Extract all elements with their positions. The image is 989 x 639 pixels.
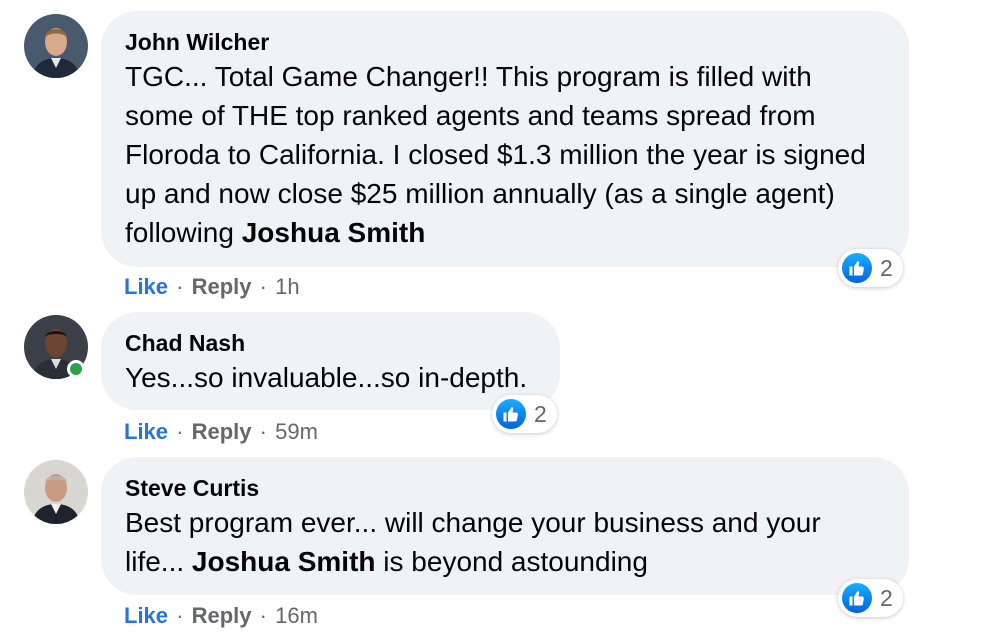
- reply-button[interactable]: Reply: [192, 603, 252, 628]
- comment-text: Yes...so invaluable...so in-depth.: [125, 362, 528, 393]
- timestamp[interactable]: 16m: [275, 603, 318, 628]
- separator: ·: [176, 274, 184, 299]
- like-icon: [842, 253, 872, 283]
- comment-bubble: Steve Curtis Best program ever... will c…: [101, 457, 909, 595]
- comment-text: TGC... Total Game Changer!! This program…: [125, 61, 866, 248]
- reaction-count-badge[interactable]: 2: [838, 249, 903, 287]
- like-icon: [496, 399, 526, 429]
- reaction-count: 2: [880, 584, 893, 611]
- reply-button[interactable]: Reply: [192, 274, 252, 299]
- separator: ·: [176, 419, 184, 444]
- comment-bubble: John Wilcher TGC... Total Game Changer!!…: [101, 11, 909, 267]
- comment-actions: Like · Reply · 1h: [124, 273, 300, 301]
- comment-actions: Like · Reply · 59m: [124, 418, 318, 446]
- comment-author[interactable]: John Wilcher: [125, 27, 885, 57]
- timestamp[interactable]: 1h: [275, 274, 299, 299]
- mention-link[interactable]: Joshua Smith: [242, 217, 426, 248]
- separator: ·: [259, 419, 267, 444]
- like-icon: [842, 583, 872, 613]
- separator: ·: [259, 603, 267, 628]
- avatar[interactable]: [24, 14, 88, 78]
- comment-text: Best program ever... will change your bu…: [125, 507, 821, 577]
- reply-button[interactable]: Reply: [192, 419, 252, 444]
- like-button[interactable]: Like: [124, 419, 168, 444]
- comment-bubble: Chad Nash Yes...so invaluable...so in-de…: [101, 312, 560, 410]
- reaction-count-badge[interactable]: 2: [492, 395, 557, 433]
- comment-actions: Like · Reply · 16m: [124, 602, 318, 630]
- avatar[interactable]: [24, 460, 88, 524]
- separator: ·: [259, 274, 267, 299]
- like-button[interactable]: Like: [124, 603, 168, 628]
- reaction-count: 2: [534, 400, 547, 427]
- separator: ·: [176, 603, 184, 628]
- comment-author[interactable]: Chad Nash: [125, 328, 536, 358]
- like-button[interactable]: Like: [124, 274, 168, 299]
- mention-link[interactable]: Joshua Smith: [192, 546, 376, 577]
- reaction-count: 2: [880, 254, 893, 281]
- timestamp[interactable]: 59m: [275, 419, 318, 444]
- comment-author[interactable]: Steve Curtis: [125, 473, 885, 503]
- reaction-count-badge[interactable]: 2: [838, 579, 903, 617]
- online-status-icon: [67, 360, 85, 378]
